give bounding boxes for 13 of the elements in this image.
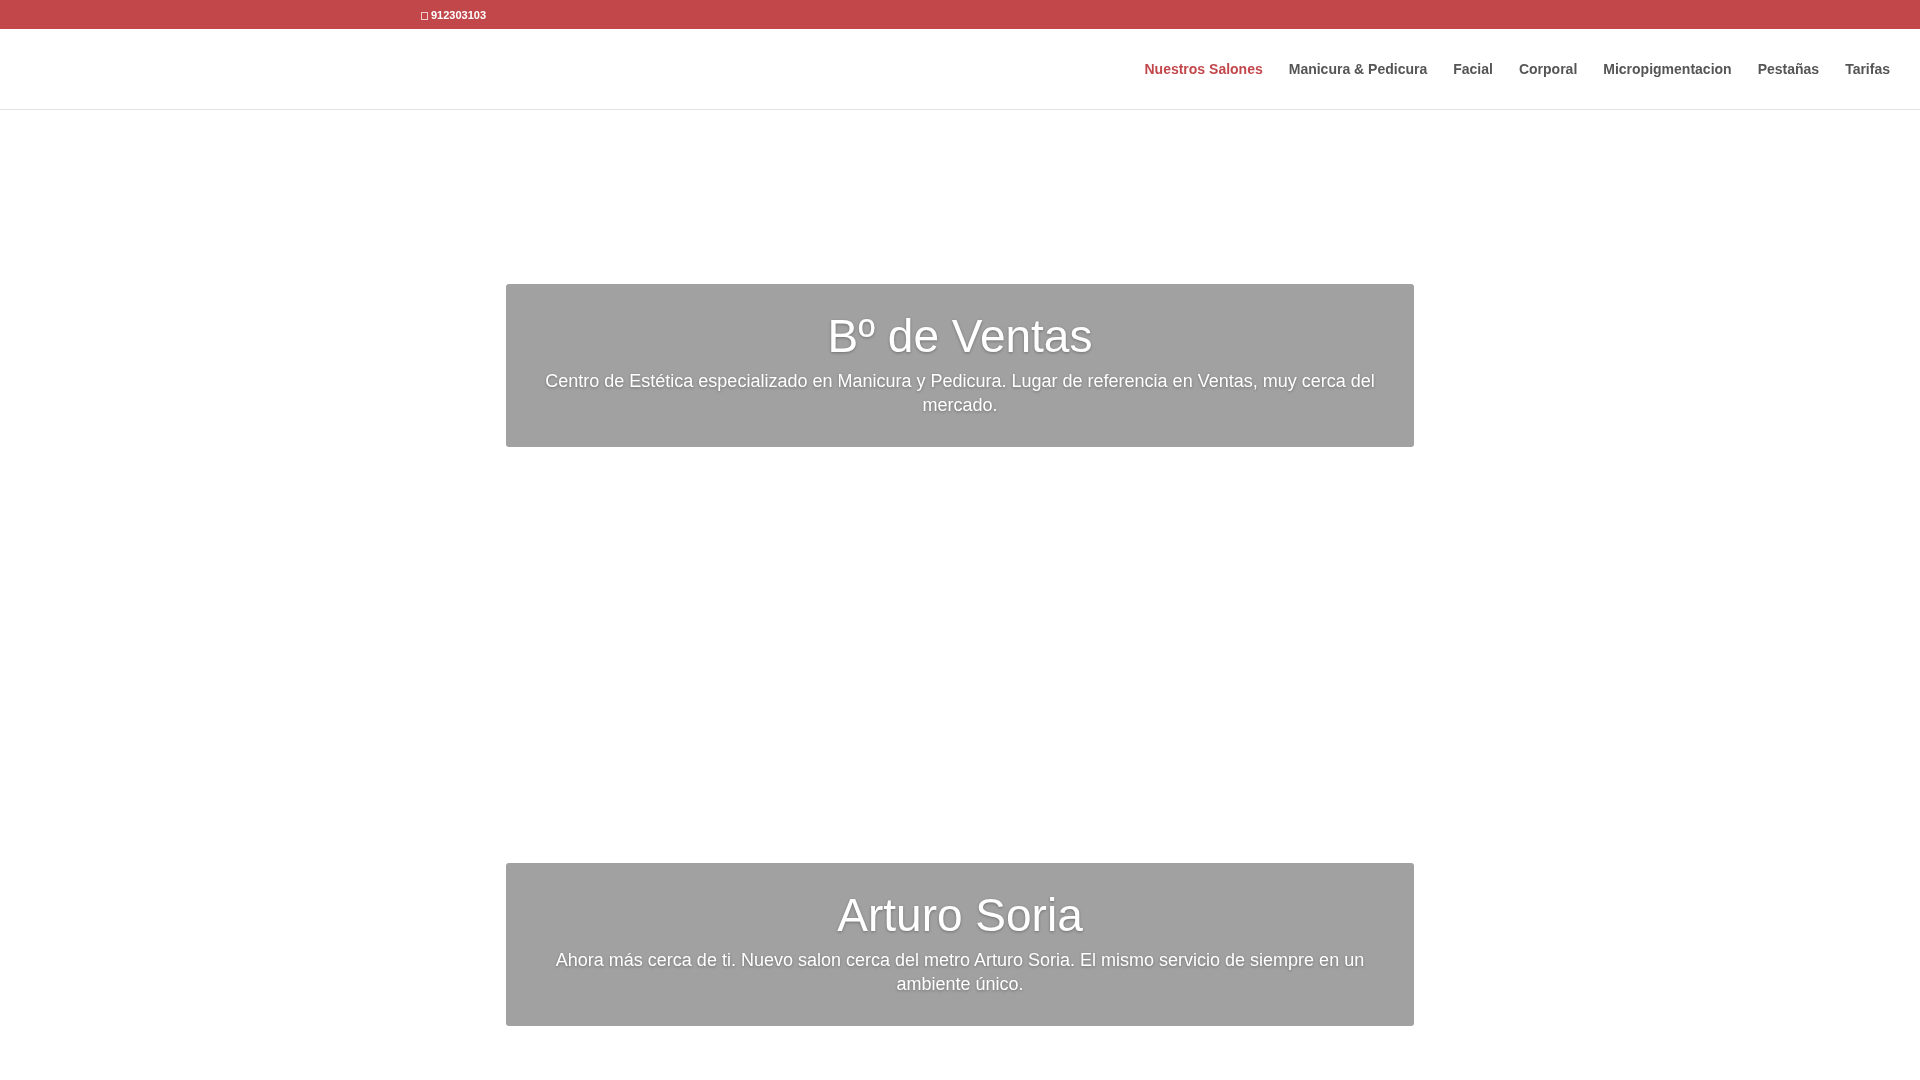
nav-link[interactable]: Manicura & Pedicura: [1288, 61, 1428, 77]
nav-link[interactable]: Pestañas: [1757, 61, 1820, 77]
square-icon: [421, 11, 428, 20]
slide-title: Bº de Ventas: [826, 309, 1094, 364]
nav-link[interactable]: Facial: [1453, 61, 1493, 77]
slide-description: Ahora más cerca de ti. Nuevo salon cerca del metro Arturo Soria. El mismo servicio de siempre en un ambiente único.: [554, 949, 1366, 996]
nav-link[interactable]: Micropigmentacion: [1603, 61, 1732, 77]
phone-number: 912303103: [431, 8, 487, 21]
nav-link[interactable]: Nuestros Salones: [1144, 61, 1263, 77]
slide-description: Centro de Estética especializado en Manicura y Pedicura. Lugar de referencia en Ventas, muy cerca del mercado.: [544, 370, 1376, 417]
nav-link[interactable]: Corporal: [1518, 61, 1578, 77]
slide-title: Arturo Soria: [836, 888, 1084, 943]
nav-link[interactable]: Tarifas: [1845, 61, 1890, 77]
